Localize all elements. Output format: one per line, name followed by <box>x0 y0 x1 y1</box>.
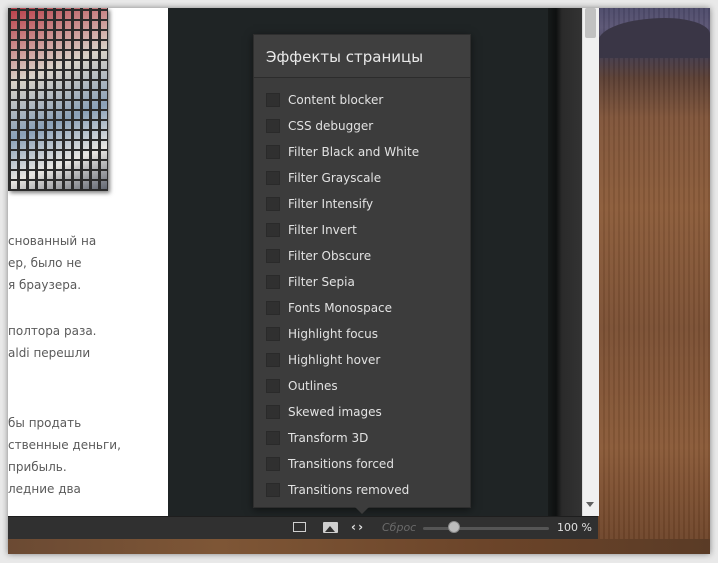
effect-checkbox[interactable] <box>266 145 280 159</box>
effect-label: Filter Obscure <box>288 249 372 263</box>
effect-checkbox[interactable] <box>266 249 280 263</box>
effect-label: Transitions removed <box>288 483 410 497</box>
effect-checkbox[interactable] <box>266 483 280 497</box>
effect-item[interactable]: Outlines <box>254 373 470 399</box>
effect-label: Outlines <box>288 379 338 393</box>
article-text: снованный на ер, было не я браузера. пол… <box>8 230 168 500</box>
effect-item[interactable]: Filter Obscure <box>254 243 470 269</box>
effect-label: Filter Black and White <box>288 145 420 159</box>
effect-item[interactable]: Transitions forced <box>254 451 470 477</box>
article-line: бы продать <box>8 416 82 430</box>
effect-checkbox[interactable] <box>266 171 280 185</box>
popup-pointer <box>354 506 370 514</box>
effect-item[interactable]: Fonts Monospace <box>254 295 470 321</box>
article-photo <box>8 8 108 191</box>
effect-label: Highlight hover <box>288 353 381 367</box>
zoom-slider-thumb[interactable] <box>448 521 461 533</box>
effect-item[interactable]: Highlight hover <box>254 347 470 373</box>
effect-checkbox[interactable] <box>266 379 280 393</box>
effect-checkbox[interactable] <box>266 327 280 341</box>
effect-label: Filter Intensify <box>288 197 374 211</box>
code-brackets-icon[interactable]: ‹ › <box>351 520 363 534</box>
effect-item[interactable]: Filter Intensify <box>254 191 470 217</box>
effect-checkbox[interactable] <box>266 457 280 471</box>
window-icon[interactable] <box>293 522 306 532</box>
effect-item[interactable]: Highlight focus <box>254 321 470 347</box>
zoom-reset-button[interactable]: Сброс <box>382 521 416 534</box>
article-line: ер, было не <box>8 256 82 270</box>
status-bar: ‹ › Сброс 100 % <box>8 516 598 539</box>
article-line: полтора раза. <box>8 324 97 338</box>
effect-label: Fonts Monospace <box>288 301 393 315</box>
article-line: aldi перешли <box>8 346 91 360</box>
effect-item[interactable]: Filter Sepia <box>254 269 470 295</box>
effect-item[interactable]: CSS debugger <box>254 113 470 139</box>
effects-list: Content blocker CSS debugger Filter Black … <box>254 78 470 503</box>
scroll-down-arrow-icon[interactable] <box>586 502 594 507</box>
popup-title: Эффекты страницы <box>254 35 470 78</box>
effect-checkbox[interactable] <box>266 119 280 133</box>
effect-item[interactable]: Filter Invert <box>254 217 470 243</box>
effect-item[interactable]: Transform 3D <box>254 425 470 451</box>
effect-item[interactable]: Filter Black and White <box>254 139 470 165</box>
image-icon[interactable] <box>323 522 338 533</box>
article-line: прибыль. <box>8 460 67 474</box>
effect-item[interactable]: Filter Grayscale <box>254 165 470 191</box>
scrollbar-thumb[interactable] <box>585 8 596 38</box>
effect-checkbox[interactable] <box>266 223 280 237</box>
effect-checkbox[interactable] <box>266 405 280 419</box>
article-line: ледние два <box>8 482 81 496</box>
effect-checkbox[interactable] <box>266 431 280 445</box>
effect-label: Filter Invert <box>288 223 357 237</box>
effect-checkbox[interactable] <box>266 353 280 367</box>
effect-item[interactable]: Skewed images <box>254 399 470 425</box>
effect-label: Content blocker <box>288 93 384 107</box>
effect-checkbox[interactable] <box>266 275 280 289</box>
effect-checkbox[interactable] <box>266 301 280 315</box>
zoom-value: 100 % <box>557 521 592 534</box>
vertical-scrollbar[interactable] <box>582 8 599 516</box>
effect-checkbox[interactable] <box>266 197 280 211</box>
article-column: снованный на ер, было не я браузера. пол… <box>8 8 168 516</box>
page-effects-popup: Эффекты страницы Content blocker CSS debu… <box>253 34 471 508</box>
effect-label: CSS debugger <box>288 119 374 133</box>
effect-label: Transitions forced <box>288 457 394 471</box>
effect-item[interactable]: Transitions removed <box>254 477 470 503</box>
page-dark-edge <box>548 8 582 516</box>
desktop-bottom-strip <box>8 539 710 554</box>
effect-checkbox[interactable] <box>266 93 280 107</box>
effect-label: Skewed images <box>288 405 382 419</box>
app-frame: снованный на ер, было не я браузера. пол… <box>8 8 710 554</box>
effect-item[interactable]: Content blocker <box>254 87 470 113</box>
effect-label: Transform 3D <box>288 431 369 445</box>
article-line: я браузера. <box>8 278 82 292</box>
article-line: ственные деньги, <box>8 438 121 452</box>
effect-label: Highlight focus <box>288 327 379 341</box>
effect-label: Filter Sepia <box>288 275 355 289</box>
effect-label: Filter Grayscale <box>288 171 382 185</box>
article-line: снованный на <box>8 234 97 248</box>
zoom-slider-track[interactable] <box>423 527 549 530</box>
